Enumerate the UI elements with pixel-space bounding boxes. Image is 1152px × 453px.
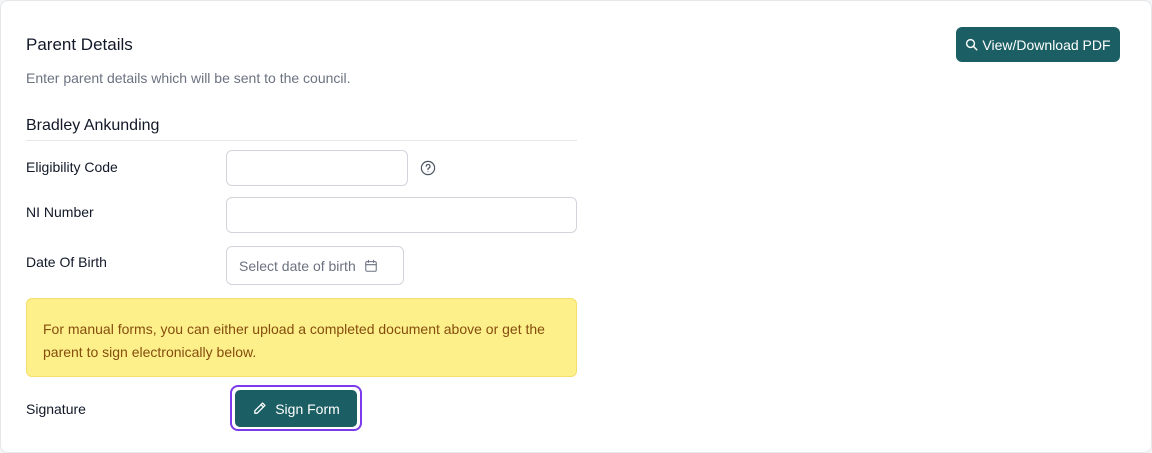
section-title: Parent Details [26, 35, 133, 54]
date-of-birth-picker[interactable]: Select date of birth [226, 246, 404, 285]
section-subtitle: Enter parent details which will be sent … [26, 70, 351, 86]
sign-form-button[interactable]: Sign Form [235, 390, 357, 427]
calendar-icon [364, 259, 377, 272]
pencil-icon [254, 402, 266, 414]
notice-text: For manual forms, you can either upload … [43, 321, 545, 360]
divider [26, 140, 577, 141]
parent-details-card: Parent Details Enter parent details whic… [0, 0, 1152, 453]
eligibility-code-input[interactable] [226, 150, 408, 186]
view-download-pdf-label: View/Download PDF [982, 36, 1111, 53]
ni-number-label: NI Number [26, 204, 94, 220]
view-download-pdf-button[interactable]: View/Download PDF [956, 27, 1120, 62]
sign-form-label: Sign Form [275, 400, 340, 417]
eligibility-code-label: Eligibility Code [26, 159, 118, 175]
signature-label: Signature [26, 401, 86, 417]
manual-forms-notice: For manual forms, you can either upload … [26, 298, 577, 377]
parent-name: Bradley Ankunding [26, 117, 160, 134]
question-circle-icon[interactable] [420, 160, 436, 176]
ni-number-input[interactable] [226, 197, 577, 233]
search-icon [966, 38, 978, 51]
date-of-birth-placeholder: Select date of birth [239, 257, 356, 274]
date-of-birth-label: Date Of Birth [26, 254, 107, 270]
